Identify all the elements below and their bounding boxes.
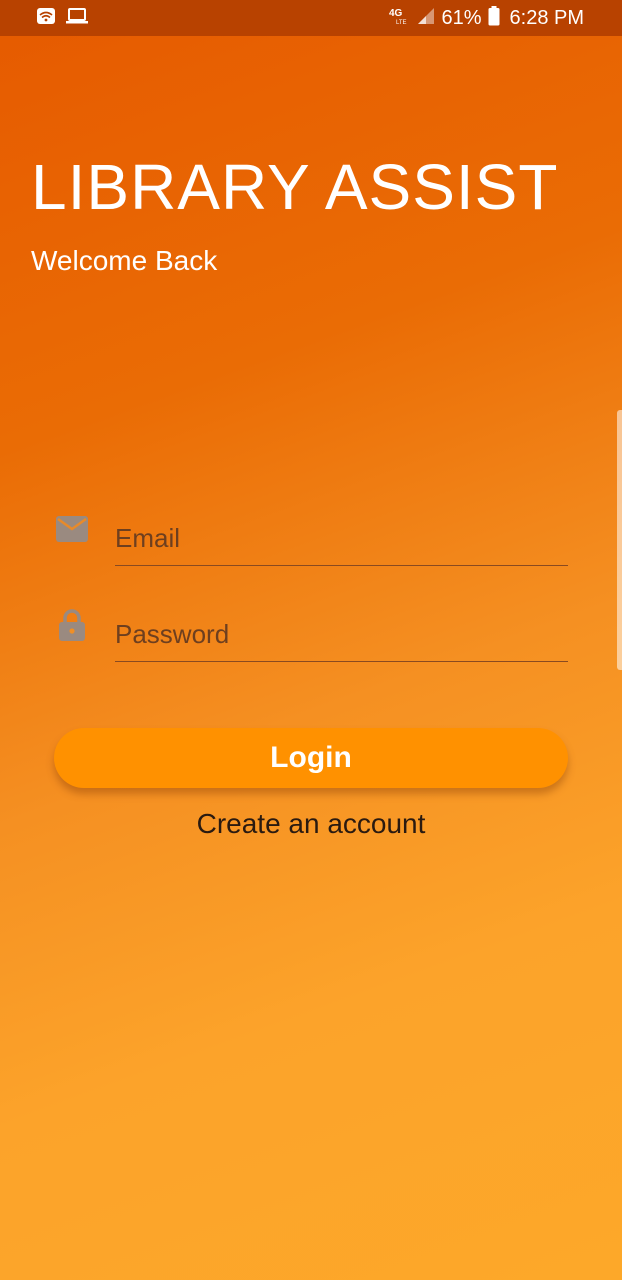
battery-percent: 61%: [441, 6, 482, 29]
lock-icon: [55, 608, 89, 642]
password-input[interactable]: [115, 592, 568, 662]
battery-icon: [488, 5, 500, 31]
svg-text:LTE: LTE: [396, 20, 407, 26]
scroll-edge-indicator: [617, 410, 622, 670]
clock: 6:28 PM: [509, 6, 584, 29]
status-right: 4G LTE 61% 6:28 PM: [389, 5, 584, 31]
create-account-link[interactable]: Create an account: [0, 808, 622, 840]
login-button[interactable]: Login: [54, 728, 568, 788]
mail-icon: [55, 512, 89, 546]
status-left: [36, 7, 88, 30]
signal-icon: [417, 7, 435, 30]
network-label: 4G: [389, 8, 403, 19]
wifi-notification-icon: [36, 7, 56, 30]
app-title: LIBRARY ASSIST: [31, 151, 559, 223]
email-input[interactable]: [115, 496, 568, 566]
welcome-subtitle: Welcome Back: [31, 245, 218, 276]
email-field-row: [55, 496, 568, 576]
laptop-icon: [66, 7, 88, 29]
status-bar: 4G LTE 61% 6:28 PM: [0, 0, 622, 36]
password-field-row: [55, 592, 568, 672]
lte-icon: 4G LTE: [389, 6, 411, 31]
